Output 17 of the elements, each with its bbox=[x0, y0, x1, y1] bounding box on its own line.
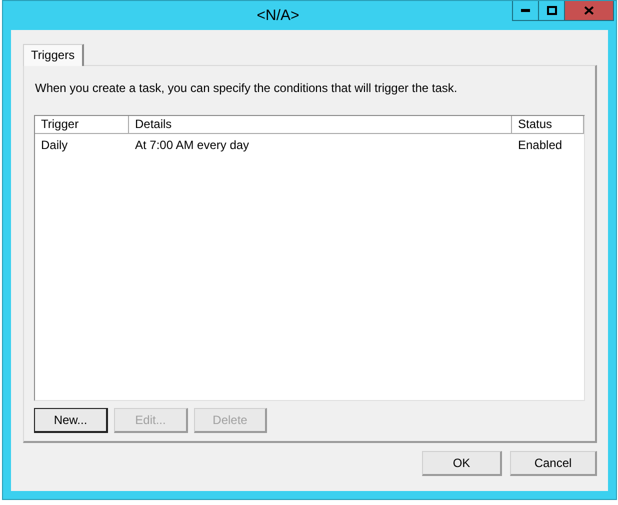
list-button[interactable]: New... bbox=[34, 408, 108, 433]
column-header[interactable]: Trigger bbox=[35, 116, 129, 134]
window-title: <N/A> bbox=[256, 6, 300, 24]
minimize-icon bbox=[521, 9, 530, 12]
maximize-icon bbox=[546, 6, 556, 15]
tab[interactable]: Triggers bbox=[23, 44, 84, 66]
close-button[interactable] bbox=[564, 1, 614, 21]
dialog-button[interactable]: OK bbox=[422, 451, 502, 476]
description-text: When you create a task, you can specify the conditions that will trigger the task. bbox=[35, 81, 458, 95]
column-header[interactable]: Status bbox=[512, 116, 584, 134]
table-cell-text: Enabled bbox=[517, 137, 564, 153]
table-cell-text: At 7:00 AM every day bbox=[134, 137, 250, 153]
column-header[interactable]: Details bbox=[129, 116, 512, 134]
table-cell-text: Daily bbox=[40, 137, 69, 153]
dialog-button[interactable]: Cancel bbox=[510, 451, 597, 476]
minimize-button[interactable] bbox=[512, 1, 539, 21]
close-icon bbox=[584, 6, 594, 15]
